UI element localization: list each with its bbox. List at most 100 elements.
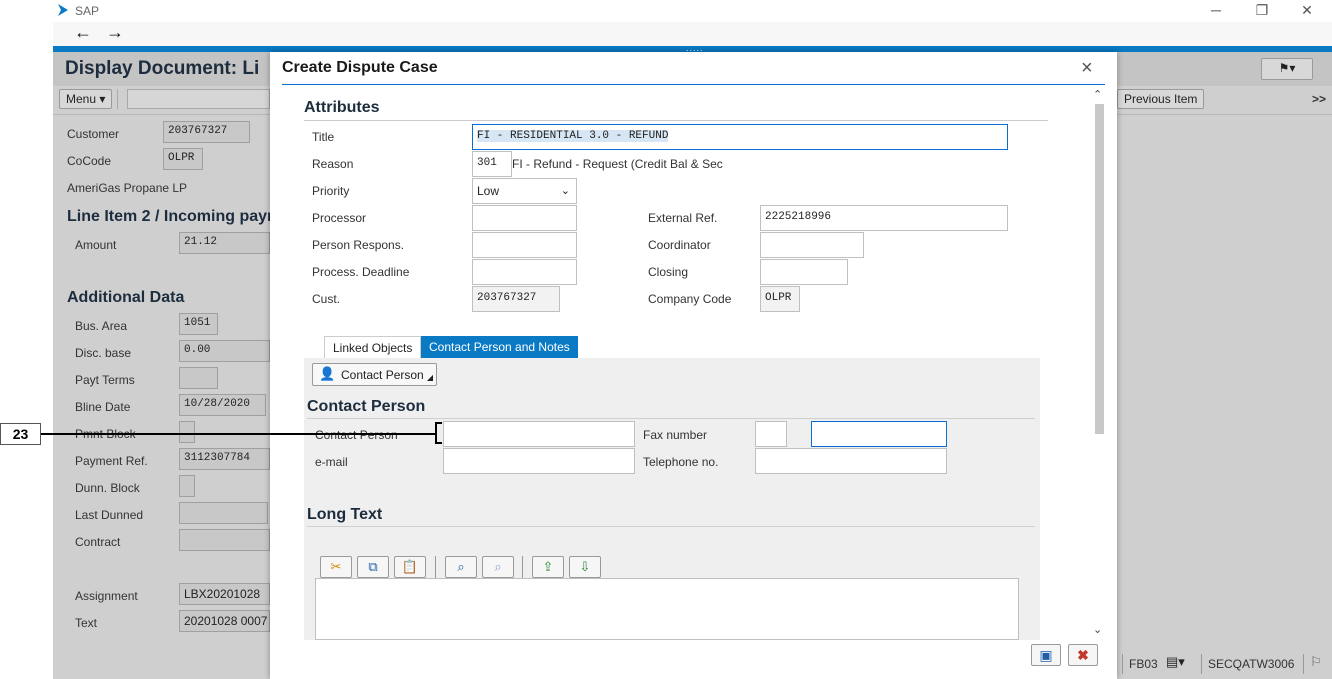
bus-area-field[interactable]: 1051: [179, 313, 218, 335]
close-window-button[interactable]: ✕: [1297, 2, 1317, 19]
process-deadline-label: Process. Deadline: [312, 265, 410, 279]
download-icon[interactable]: ⇩: [569, 556, 601, 578]
status-separator: [1303, 654, 1304, 674]
upload-icon[interactable]: ⇪: [532, 556, 564, 578]
command-field[interactable]: [127, 89, 270, 109]
forward-arrow-icon[interactable]: →: [106, 22, 124, 43]
coordinator-input[interactable]: [760, 232, 864, 258]
payt-terms-field[interactable]: [179, 367, 218, 389]
amount-field[interactable]: 21.12: [179, 232, 270, 254]
title-label: Title: [312, 130, 335, 144]
long-text-heading: Long Text: [307, 506, 383, 523]
status-details-icon[interactable]: ▤▾: [1166, 654, 1185, 670]
long-text-editor[interactable]: [315, 578, 1019, 640]
annotation-line: [41, 433, 437, 435]
reason-description: FI - Refund - Request (Credit Bal & Sec: [512, 157, 723, 171]
dialog-title: Create Dispute Case: [282, 59, 438, 76]
contact-person-button[interactable]: 👤 Contact Person ◢: [312, 363, 437, 386]
process-deadline-input[interactable]: [472, 259, 577, 285]
find-next-icon[interactable]: ⌕: [482, 556, 514, 578]
payt-terms-label: Payt Terms: [75, 373, 135, 387]
cancel-button[interactable]: ✖: [1068, 644, 1098, 666]
fax-country-input[interactable]: [755, 421, 787, 447]
save-button[interactable]: ▣: [1031, 644, 1061, 666]
external-ref-label: External Ref.: [648, 211, 718, 225]
contact-person-input[interactable]: [443, 421, 635, 447]
dialog-title-divider: [282, 84, 1105, 85]
dropdown-icon: ◢: [426, 373, 433, 382]
bline-date-label: Bline Date: [75, 400, 131, 414]
paste-icon[interactable]: 📋: [394, 556, 426, 578]
contract-label: Contract: [75, 535, 121, 549]
priority-select[interactable]: Low ⌄: [472, 178, 577, 204]
cust-label: Cust.: [312, 292, 341, 306]
flag-icon[interactable]: ⚐: [1310, 654, 1322, 670]
app-title: SAP: [75, 4, 100, 18]
priority-label: Priority: [312, 184, 350, 198]
contact-person-heading: Contact Person: [307, 398, 426, 415]
assignment-field[interactable]: LBX20201028: [179, 583, 270, 605]
attributes-divider: [304, 120, 1048, 121]
cocode-label: CoCode: [67, 154, 112, 168]
system-name: SECQATW3006: [1208, 657, 1295, 671]
back-arrow-icon[interactable]: ←: [74, 22, 92, 43]
telephone-input[interactable]: [755, 448, 947, 474]
scroll-up-icon[interactable]: ⌃: [1093, 88, 1102, 101]
bline-date-field[interactable]: 10/28/2020: [179, 394, 266, 416]
tab-contact-person-notes[interactable]: Contact Person and Notes: [421, 336, 578, 358]
last-dunned-field[interactable]: [179, 502, 268, 524]
expand-toolbar-button[interactable]: >>: [1312, 92, 1326, 106]
closing-input[interactable]: [760, 259, 848, 285]
amount-label: Amount: [75, 238, 117, 252]
menu-label: Menu: [66, 92, 97, 106]
tab-linked-objects[interactable]: Linked Objects: [324, 336, 422, 358]
fax-number-input[interactable]: [811, 421, 947, 447]
customer-field[interactable]: 203767327: [163, 121, 250, 143]
company-code-field: OLPR: [760, 286, 800, 312]
last-dunned-label: Last Dunned: [75, 508, 144, 522]
annotation-marker: 23: [0, 423, 41, 445]
annotation-bracket: [435, 422, 442, 444]
menu-button[interactable]: Menu ▾: [59, 89, 113, 109]
dunn-block-field[interactable]: [179, 475, 195, 497]
previous-item-button[interactable]: Previous Item: [1117, 89, 1205, 109]
company-name: AmeriGas Propane LP: [67, 181, 188, 195]
dunn-block-label: Dunn. Block: [75, 481, 140, 495]
toolbar-separator: [435, 556, 436, 578]
person-respons-input[interactable]: [472, 232, 577, 258]
payment-ref-field[interactable]: 3112307784: [179, 448, 270, 470]
person-icon: 👤: [319, 366, 336, 381]
company-code-label: Company Code: [648, 292, 732, 306]
fax-label: Fax number: [643, 428, 708, 442]
toolbar-separator: [522, 556, 523, 578]
disc-base-field[interactable]: 0.00: [179, 340, 270, 362]
cocode-field[interactable]: OLPR: [163, 148, 203, 170]
text-field[interactable]: 20201028 0007: [179, 610, 270, 632]
attributes-heading: Attributes: [304, 99, 380, 116]
restore-button[interactable]: ❐: [1252, 2, 1272, 19]
customer-label: Customer: [67, 127, 120, 141]
scroll-down-icon[interactable]: ⌄: [1093, 623, 1102, 636]
contract-field[interactable]: [179, 529, 270, 551]
page-title: Display Document: Li: [65, 58, 260, 79]
pmnt-block-field[interactable]: [179, 421, 195, 443]
contact-person-button-label: Contact Person: [341, 368, 424, 382]
copy-icon[interactable]: ⧉: [357, 556, 389, 578]
external-ref-input[interactable]: 2225218996: [760, 205, 1008, 231]
cut-icon[interactable]: ✂: [320, 556, 352, 578]
sap-logo-icon: [58, 4, 68, 16]
payment-ref-label: Payment Ref.: [75, 454, 148, 468]
help-menu-icon[interactable]: ⚑▾: [1261, 58, 1313, 80]
minimize-button[interactable]: ─: [1206, 2, 1226, 18]
reason-code-input[interactable]: 301: [472, 151, 512, 177]
priority-value: Low: [477, 184, 500, 198]
title-input-value: FI - RESIDENTIAL 3.0 - REFUND: [477, 130, 669, 142]
find-icon[interactable]: ⌕: [445, 556, 477, 578]
processor-input[interactable]: [472, 205, 577, 231]
email-input[interactable]: [443, 448, 635, 474]
title-input[interactable]: FI - RESIDENTIAL 3.0 - REFUND: [472, 124, 1008, 150]
scrollbar-thumb[interactable]: [1095, 104, 1104, 434]
chevron-down-icon: ⌄: [560, 185, 570, 197]
disc-base-label: Disc. base: [75, 346, 132, 360]
dialog-close-icon[interactable]: ×: [1081, 58, 1093, 78]
